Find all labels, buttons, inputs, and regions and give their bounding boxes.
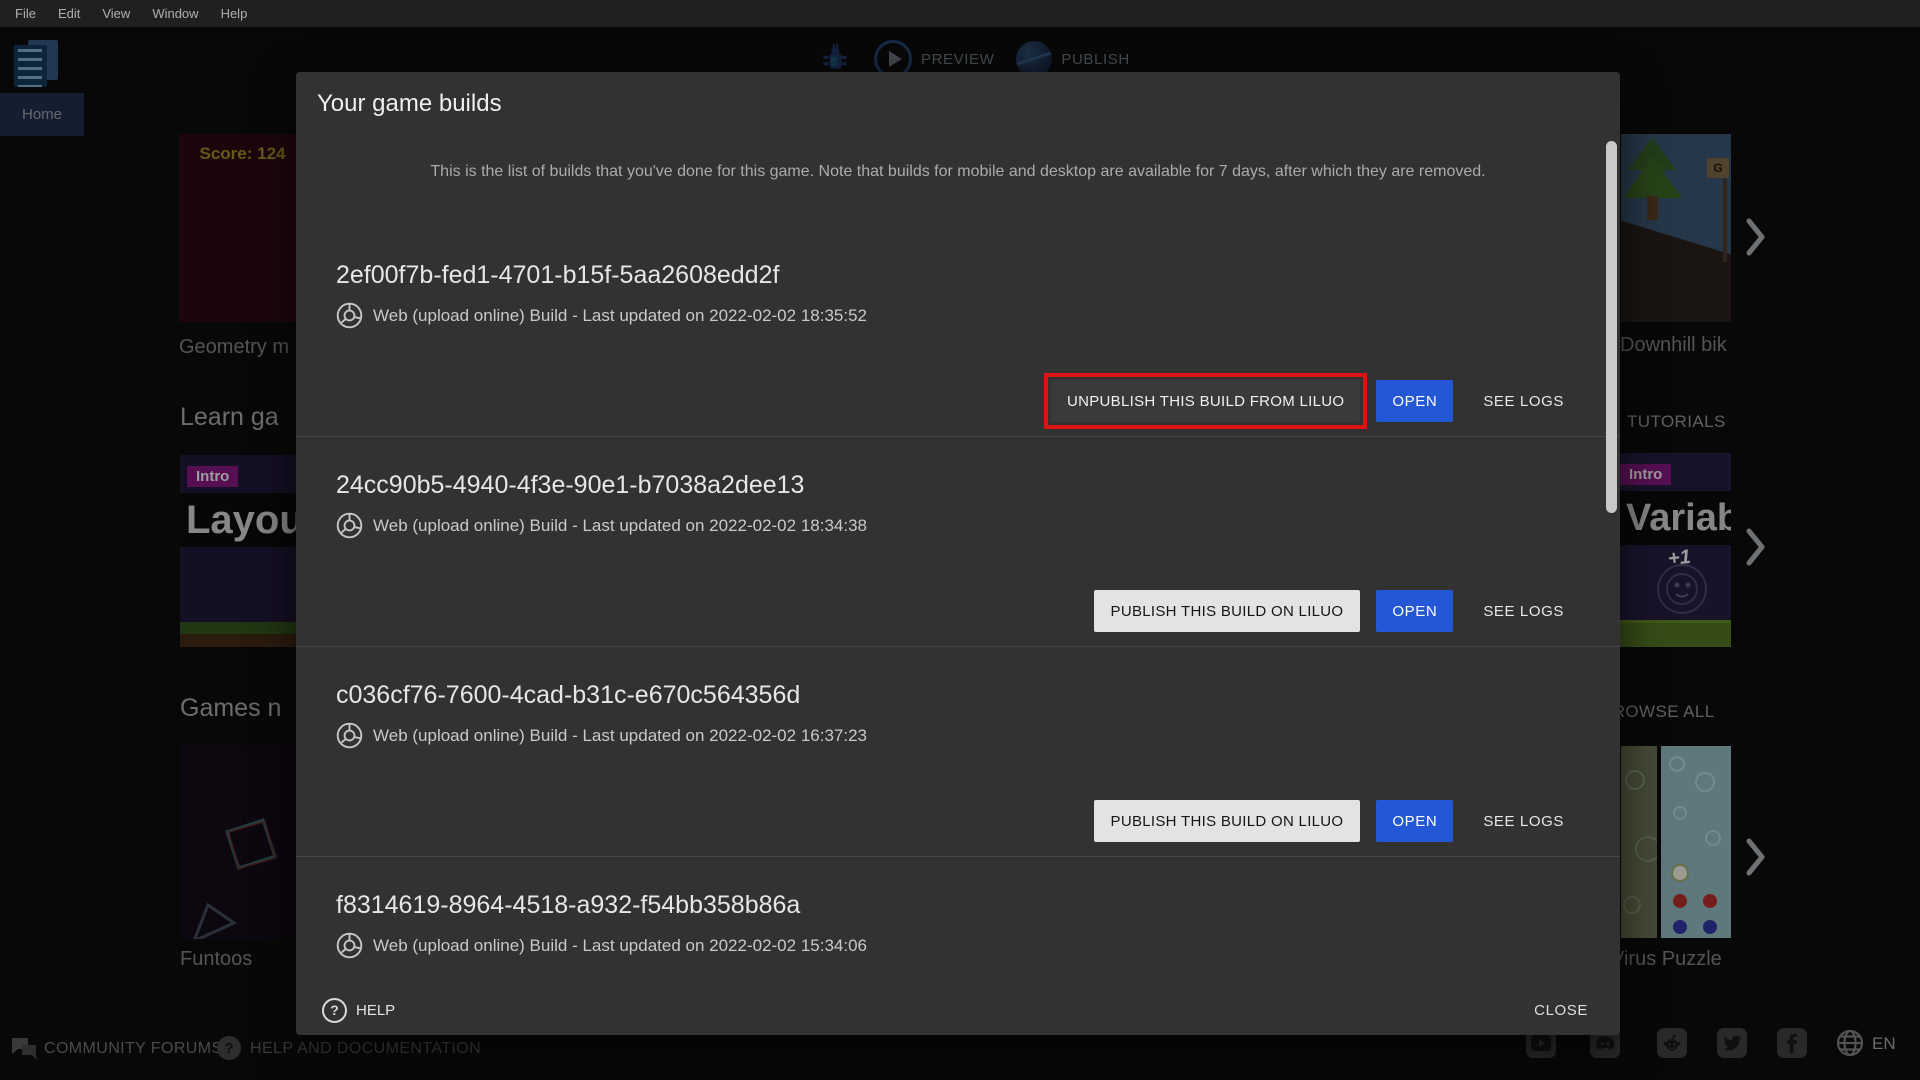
open-build-button[interactable]: OPEN	[1376, 380, 1453, 422]
help-question-icon: ?	[322, 998, 347, 1023]
see-logs-button[interactable]: SEE LOGS	[1477, 800, 1570, 842]
dialog-description: This is the list of builds that you've d…	[371, 160, 1545, 183]
modal-scrollbar-thumb[interactable]	[1606, 141, 1617, 513]
build-info: Web (upload online) Build - Last updated…	[373, 306, 867, 326]
chrome-browser-icon	[336, 932, 363, 959]
build-info: Web (upload online) Build - Last updated…	[373, 726, 867, 746]
open-build-button[interactable]: OPEN	[1376, 800, 1453, 842]
help-button[interactable]: ? HELP	[322, 998, 395, 1023]
see-logs-button[interactable]: SEE LOGS	[1477, 590, 1570, 632]
build-info: Web (upload online) Build - Last updated…	[373, 936, 867, 956]
build-row: 2ef00f7b-fed1-4701-b15f-5aa2608edd2f Web…	[296, 227, 1620, 437]
build-row: c036cf76-7600-4cad-b31c-e670c564356d Web…	[296, 647, 1620, 857]
app-window: File Edit View Window Help Home PREVIEW	[0, 0, 1920, 1080]
unpublish-label: UNPUBLISH THIS BUILD FROM LILUO	[1067, 393, 1344, 410]
builds-list: 2ef00f7b-fed1-4701-b15f-5aa2608edd2f Web…	[296, 227, 1620, 1007]
close-button[interactable]: CLOSE	[1528, 1001, 1594, 1020]
game-builds-dialog: Your game builds This is the list of bui…	[296, 72, 1620, 1035]
unpublish-build-button[interactable]: UNPUBLISH THIS BUILD FROM LILUO	[1051, 380, 1360, 422]
build-row: 24cc90b5-4940-4f3e-90e1-b7038a2dee13 Web…	[296, 437, 1620, 647]
help-label: HELP	[356, 1002, 395, 1019]
build-info: Web (upload online) Build - Last updated…	[373, 516, 867, 536]
chrome-browser-icon	[336, 722, 363, 749]
publish-build-button[interactable]: PUBLISH THIS BUILD ON LILUO	[1094, 800, 1361, 842]
build-id: 24cc90b5-4940-4f3e-90e1-b7038a2dee13	[336, 471, 1570, 500]
build-id: f8314619-8964-4518-a932-f54bb358b86a	[336, 891, 1570, 920]
dialog-title: Your game builds	[317, 90, 502, 118]
dialog-actions-bar: ? HELP CLOSE	[296, 985, 1620, 1035]
open-build-button[interactable]: OPEN	[1376, 590, 1453, 632]
see-logs-button[interactable]: SEE LOGS	[1477, 380, 1570, 422]
build-id: 2ef00f7b-fed1-4701-b15f-5aa2608edd2f	[336, 261, 1570, 290]
publish-build-button[interactable]: PUBLISH THIS BUILD ON LILUO	[1094, 590, 1361, 632]
chrome-browser-icon	[336, 302, 363, 329]
chrome-browser-icon	[336, 512, 363, 539]
build-id: c036cf76-7600-4cad-b31c-e670c564356d	[336, 681, 1570, 710]
